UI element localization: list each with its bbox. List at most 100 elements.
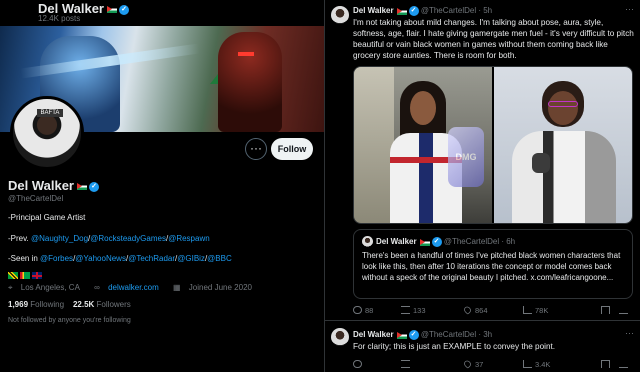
link-icon: ∞ xyxy=(94,283,100,292)
quoted-post[interactable]: Del Walker ✓ @TheCartelDel · 6h There's b… xyxy=(353,229,633,299)
follow-button[interactable]: Follow xyxy=(271,138,313,160)
bookmark-button[interactable] xyxy=(601,360,613,369)
verified-badge-icon: ✓ xyxy=(89,181,99,192)
bio-link[interactable]: @RocksteadyGames xyxy=(90,234,166,243)
media-photo-right[interactable] xyxy=(494,67,632,223)
repost-button[interactable] xyxy=(401,360,413,369)
profile-name: Del Walker ✓ xyxy=(8,178,99,193)
verified-badge-icon: ✓ xyxy=(431,237,442,247)
bio-prev-line: -Prev. @Naughty_Dog/@RocksteadyGames/@Re… xyxy=(8,234,210,243)
views-button[interactable]: 78K xyxy=(523,306,548,315)
profile-name-text: Del Walker xyxy=(8,178,74,193)
photo-wall xyxy=(354,67,394,223)
profile-handle: @TheCartelDel xyxy=(8,194,64,203)
reply-button[interactable] xyxy=(353,360,365,369)
bio-link[interactable]: @BBC xyxy=(207,254,232,263)
bookmark-button[interactable] xyxy=(601,306,613,315)
post-more-icon[interactable]: ··· xyxy=(625,4,634,14)
uk-flag-icon xyxy=(32,272,42,279)
bio-link[interactable]: @GIBiz xyxy=(177,254,205,263)
post-handle[interactable]: @TheCartelDel xyxy=(421,6,476,15)
following-stat[interactable]: 1,969 Following xyxy=(8,300,64,309)
like-count: 37 xyxy=(475,360,484,369)
website[interactable]: ∞ delwalker.com xyxy=(94,283,165,292)
followers-stat[interactable]: 22.5K Followers xyxy=(73,300,131,309)
post-divider xyxy=(325,320,640,321)
post-header: Del Walker ✓ @TheCartelDel · 3h xyxy=(353,330,492,340)
render-face xyxy=(548,91,578,125)
following-count: 1,969 xyxy=(8,300,29,309)
quote-time: · 6h xyxy=(501,237,516,247)
quote-author: Del Walker xyxy=(376,237,417,247)
quote-header: Del Walker ✓ @TheCartelDel · 6h xyxy=(376,237,515,247)
media-photo-left[interactable]: DMG xyxy=(354,67,492,223)
render-suit xyxy=(512,131,616,223)
bookmark-icon xyxy=(601,306,610,314)
avatar[interactable]: BAFTA xyxy=(10,96,84,170)
website-link[interactable]: delwalker.com xyxy=(108,283,159,292)
like-icon xyxy=(462,305,473,315)
bio-link[interactable]: @Respawn xyxy=(168,234,209,243)
quote-handle: @TheCartelDel xyxy=(443,237,500,247)
repost-button[interactable]: 133 xyxy=(401,306,426,315)
follow-stats: 1,969 Following 22.5K Followers xyxy=(8,300,131,309)
bio-link[interactable]: @YahooNews xyxy=(75,254,126,263)
guyana-flag-icon xyxy=(20,272,30,279)
post-author[interactable]: Del Walker xyxy=(353,330,394,339)
post-text: For clarity; this is just an EXAMPLE to … xyxy=(353,342,556,351)
verified-badge-icon: ✓ xyxy=(408,6,419,16)
jamaica-flag-icon xyxy=(8,272,18,279)
verified-badge-icon: ✓ xyxy=(408,330,419,340)
repost-icon xyxy=(401,360,410,368)
like-icon xyxy=(462,359,473,369)
post-more-icon[interactable]: ··· xyxy=(625,328,634,338)
bio-flags xyxy=(8,266,42,279)
posts-count: 12.4K posts xyxy=(38,14,81,23)
quote-text: There's been a handful of times I've pit… xyxy=(362,251,621,282)
photo-face xyxy=(410,91,436,125)
bio-link[interactable]: @Forbes xyxy=(40,254,73,263)
post-time[interactable]: · 5h xyxy=(478,6,492,15)
photo-badge: DMG xyxy=(448,127,484,187)
flag-icon xyxy=(396,7,407,15)
like-button[interactable]: 864 xyxy=(462,305,488,315)
like-count: 864 xyxy=(475,306,488,315)
joined: ▦ Joined June 2020 xyxy=(173,283,258,292)
like-button[interactable]: 37 xyxy=(462,359,483,369)
post-media[interactable]: DMG xyxy=(353,66,633,224)
views-button[interactable]: 3.4K xyxy=(523,360,550,369)
calendar-icon: ▦ xyxy=(173,283,181,292)
bio-line: -Principal Game Artist xyxy=(8,213,86,222)
profile-panel: Del Walker ✓ 12.4K posts BAFTA ··· Follow… xyxy=(0,0,324,372)
more-options-button[interactable]: ··· xyxy=(245,138,267,160)
views-count: 78K xyxy=(535,306,549,315)
bio-seen-line: -Seen in @Forbes/@YahooNews/@TechRadar/@… xyxy=(8,254,232,263)
share-button[interactable] xyxy=(619,360,631,369)
share-icon xyxy=(619,360,628,368)
not-followed-note: Not followed by anyone you're following xyxy=(8,317,131,324)
reply-button[interactable]: 88 xyxy=(353,306,373,315)
reply-icon xyxy=(353,360,362,368)
post-avatar[interactable] xyxy=(331,328,349,346)
share-button[interactable] xyxy=(619,306,631,315)
reply-icon xyxy=(353,306,362,314)
location-text: Los Angeles, CA xyxy=(20,283,80,292)
share-icon xyxy=(619,306,628,314)
profile-meta: ⌖ Los Angeles, CA ∞ delwalker.com ▦ Join… xyxy=(8,283,264,293)
post-handle[interactable]: @TheCartelDel xyxy=(421,330,476,339)
views-icon xyxy=(523,360,532,368)
quote-avatar xyxy=(362,236,373,247)
repost-icon xyxy=(401,306,410,314)
render-glasses xyxy=(548,101,578,107)
post-text: I'm not taking about mild changes. I'm t… xyxy=(353,18,634,60)
bio-link[interactable]: @TechRadar xyxy=(128,254,175,263)
views-count: 3.4K xyxy=(535,360,551,369)
flag-icon xyxy=(419,238,430,246)
bio-link[interactable]: @Naughty_Dog xyxy=(31,234,88,243)
bio-prev-label: -Prev. xyxy=(8,234,29,243)
post-avatar[interactable] xyxy=(331,6,349,24)
post-time[interactable]: · 3h xyxy=(478,330,492,339)
render-glove xyxy=(532,153,550,173)
post-author[interactable]: Del Walker xyxy=(353,6,394,15)
profile-top-bar: Del Walker ✓ 12.4K posts xyxy=(0,0,324,26)
